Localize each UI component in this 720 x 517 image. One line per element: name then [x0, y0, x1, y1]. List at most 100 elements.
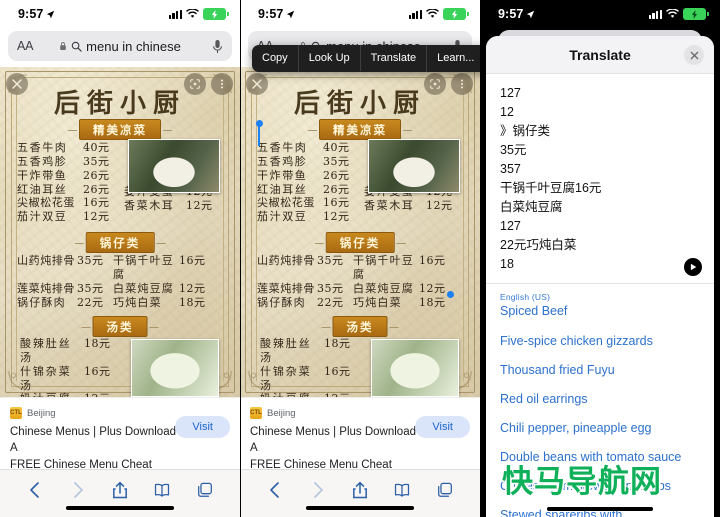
status-bar-right — [648, 8, 709, 20]
context-menu-item-copy[interactable]: Copy — [252, 45, 299, 72]
live-text-button[interactable] — [184, 73, 206, 95]
close-icon — [252, 79, 262, 89]
menu-image-1[interactable]: 后街小厨 精美凉菜 五香牛肉 40元 五香鸡胗 35元 干炸带鱼 26元 红油耳丝 26… — [0, 67, 240, 397]
context-menu-item-look-up[interactable]: Look Up — [299, 45, 361, 72]
menu-cold-left-table: 五香牛肉 40元 五香鸡胗 35元 干炸带鱼 26元 红油耳丝 26元 尖椒松花蛋 16元… — [17, 141, 121, 224]
source-line: 22元巧炖白菜 — [500, 238, 577, 252]
share-icon[interactable] — [351, 480, 369, 500]
status-bar-3: 9:57 — [480, 0, 720, 28]
menu-item-row: 莲菜炖排骨 35元 白菜炖豆腐 12元 — [257, 281, 446, 295]
more-options-icon — [460, 79, 464, 89]
forward-chevron-icon[interactable] — [69, 480, 87, 500]
translate-close-button[interactable] — [684, 45, 704, 65]
live-text-button[interactable] — [424, 73, 446, 95]
back-chevron-icon[interactable] — [26, 480, 44, 500]
panel-divider-1 — [240, 0, 241, 517]
menu-photo-cold-dish — [368, 139, 460, 193]
panel-divider-2 — [480, 0, 481, 517]
menu-frame-line-left — [16, 83, 17, 381]
output-line: Red oil earrings — [500, 391, 588, 406]
status-bar-left: 9:57 — [18, 7, 55, 21]
close-image-button[interactable] — [246, 73, 268, 95]
output-line: Thousand fried Fuyu — [500, 362, 615, 377]
menu-item-row: 尖椒松花蛋 16元 — [257, 196, 350, 210]
menu-item-row: 茄汁双豆 12元 — [17, 210, 110, 224]
cellular-bars-icon — [408, 9, 422, 19]
book-icon[interactable] — [153, 480, 171, 500]
selection-start-handle[interactable] — [255, 120, 263, 127]
menu-item-row: 五香鸡胗 35元 — [17, 154, 110, 168]
ad-title-line1: Chinese Menus | Plus Download A — [10, 426, 176, 455]
menu-item-row: 山药炖排骨 35元 干锅千叶豆腐 16元 — [17, 254, 206, 281]
menu-image-2[interactable]: 后街小厨 精美凉菜 五香牛肉 40元 五香鸡胗 35元 干炸带鱼 26元 红油耳丝 26… — [240, 67, 480, 397]
menu-item-row: 五香鸡胗 35元 — [257, 154, 350, 168]
menu-item-row: 山药炖排骨 35元 干锅千叶豆腐 16元 — [257, 254, 446, 281]
more-options-button[interactable] — [451, 73, 473, 95]
context-menu-item-translate[interactable]: Translate — [361, 45, 428, 72]
back-chevron-icon[interactable] — [266, 480, 284, 500]
url-bar-1[interactable]: AA menu in chinese — [8, 31, 232, 61]
menu-item-row: 干炸带鱼 26元 — [17, 168, 110, 182]
translate-sheet-header: Translate — [486, 36, 714, 74]
status-time: 9:57 — [498, 7, 524, 21]
book-icon[interactable] — [393, 480, 411, 500]
wifi-icon — [186, 9, 199, 18]
status-bar-right — [168, 8, 229, 20]
safari-toolbar-2 — [240, 469, 480, 517]
source-line: 干锅千叶豆腐16元 — [500, 181, 602, 195]
menu-item-row: 香菜木耳 12元 — [364, 198, 453, 212]
source-line: 12 — [500, 105, 514, 119]
microphone-icon[interactable] — [212, 39, 223, 54]
menu-item-row: 干炸带鱼 26元 — [257, 168, 350, 182]
source-line: 18 — [500, 257, 514, 271]
menu-section-banner-cold: 精美凉菜 — [68, 119, 172, 140]
three-panel-screenshot: 9:57 AA menu in chinese 后街小厨 精美凉菜 五香牛肉 4… — [0, 0, 720, 517]
home-indicator-3 — [547, 507, 653, 511]
menu-item-row: 五香牛肉 40元 — [257, 141, 350, 154]
menu-item-row: 酸辣肚丝汤 18元 — [20, 337, 111, 364]
more-options-button[interactable] — [211, 73, 233, 95]
play-audio-icon — [690, 263, 697, 271]
menu-soup-table: 酸辣肚丝汤18元 什锦杂菜汤16元 奶汁豆腐汤12元 紫菜蛋花汤10元 — [260, 337, 351, 397]
menu-item-row: 茄汁双豆 12元 — [257, 210, 350, 224]
selection-end-handle[interactable] — [447, 291, 454, 298]
translate-sheet-title: Translate — [569, 46, 631, 63]
status-bar-left: 9:57 — [258, 7, 295, 21]
watermark-overlay: 快马导航网 — [502, 464, 662, 500]
location-arrow-icon — [287, 10, 295, 18]
menu-section-banner-pot: 锅仔类 — [314, 232, 405, 253]
ad-visit-button[interactable]: Visit — [175, 416, 230, 438]
page-settings-button[interactable]: AA — [17, 39, 33, 53]
menu-item-row: 锅仔酥肉 22元 巧炖白菜 18元 — [257, 295, 446, 309]
translate-sheet: Translate 127 12 》锅仔类 35元 357 干锅千叶豆腐16元 … — [486, 36, 714, 517]
safari-toolbar-1 — [0, 469, 240, 517]
tabs-icon[interactable] — [436, 480, 454, 500]
ad-visit-button[interactable]: Visit — [415, 416, 470, 438]
menu-item-row: 锅仔酥肉 22元 巧炖白菜 18元 — [17, 295, 206, 309]
menu-section-banner-cold: 精美凉菜 — [308, 119, 412, 140]
status-bar-right — [408, 8, 469, 20]
battery-charging-icon — [443, 8, 469, 20]
menu-pot-table: 山药炖排骨 35元 干锅千叶豆腐 16元 莲菜炖排骨 35元 白菜炖豆腐 12元 锅仔酥肉 2… — [17, 254, 215, 309]
share-icon[interactable] — [111, 480, 129, 500]
wifi-icon — [426, 9, 439, 18]
url-display-1: menu in chinese — [8, 39, 232, 54]
source-line: 白菜炖豆腐 — [500, 200, 563, 214]
text-selection-context-menu[interactable]: Copy Look Up Translate Learn... Share... — [252, 45, 480, 72]
menu-item-row: 红油耳丝 26元 — [257, 182, 350, 196]
context-menu-item-learn[interactable]: Learn... — [427, 45, 480, 72]
menu-cold-left-table: 五香牛肉 40元 五香鸡胗 35元 干炸带鱼 26元 红油耳丝 26元 尖椒松花蛋 16元… — [257, 141, 361, 224]
tabs-icon[interactable] — [196, 480, 214, 500]
menu-frame-line-right — [463, 83, 464, 381]
status-bar-2: 9:57 — [240, 0, 480, 28]
forward-chevron-icon[interactable] — [309, 480, 327, 500]
translate-source-text[interactable]: 127 12 》锅仔类 35元 357 干锅千叶豆腐16元 白菜炖豆腐 127 … — [486, 74, 714, 280]
close-image-button[interactable] — [6, 73, 28, 95]
location-arrow-icon — [527, 10, 535, 18]
source-line: 》锅仔类 — [500, 124, 551, 138]
source-line: 127 — [500, 86, 521, 100]
cellular-bars-icon — [648, 9, 662, 19]
menu-item-row: 红油耳丝 26元 — [17, 182, 110, 196]
play-audio-button[interactable] — [684, 258, 702, 276]
live-text-icon — [190, 79, 200, 89]
